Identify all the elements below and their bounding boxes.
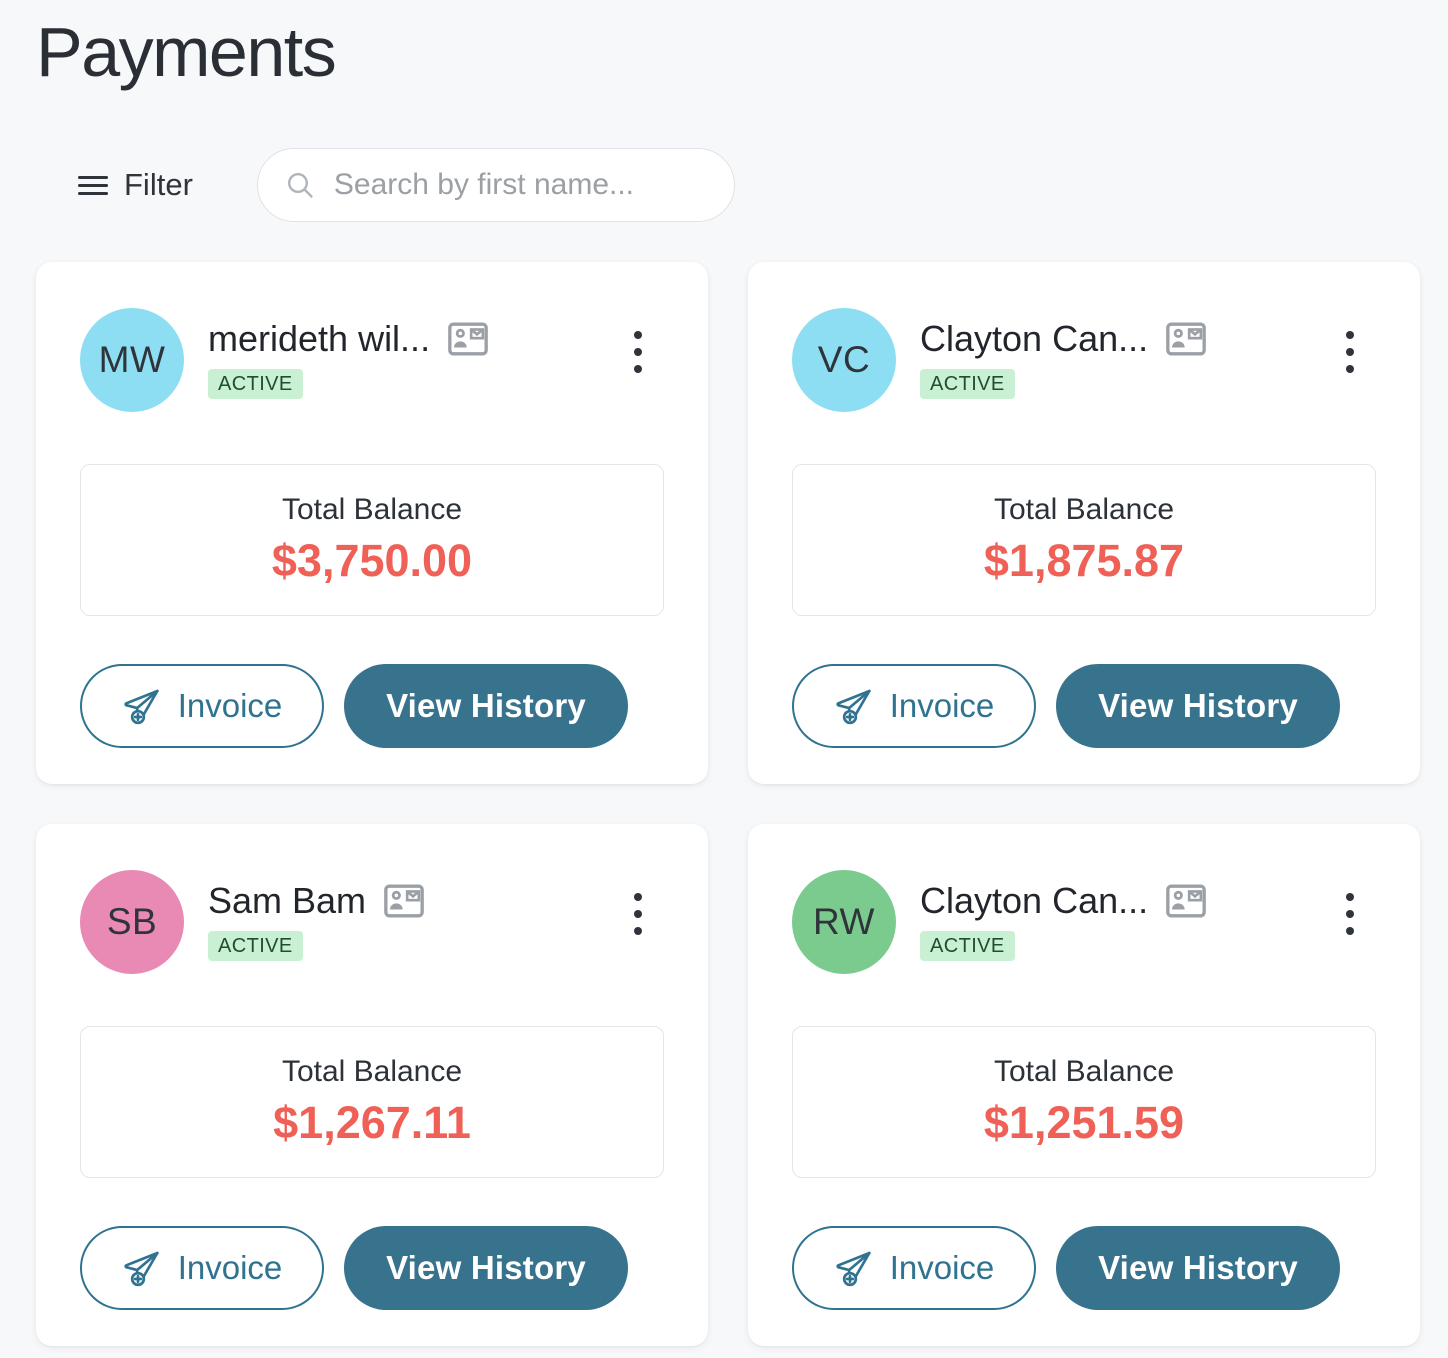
card-header-text: Sam Bam ACTIVE [208, 870, 424, 961]
balance-box: Total Balance $3,750.00 [80, 464, 664, 616]
avatar-initials: MW [98, 339, 166, 380]
balance-amount: $1,251.59 [983, 1097, 1185, 1148]
balance-label: Total Balance [993, 1055, 1175, 1088]
payment-card[interactable]: SB Sam Bam ACTIVE Total Balance $1,267.1… [36, 824, 708, 1346]
avatar: MW [80, 308, 184, 412]
search-input[interactable] [333, 168, 712, 202]
contact-name: merideth wil... [208, 318, 431, 359]
balance-box: Total Balance $1,875.87 [792, 464, 1376, 616]
contact-card-icon[interactable] [384, 884, 424, 918]
contact-card-icon[interactable] [1166, 884, 1206, 918]
name-row: Sam Bam [208, 880, 424, 922]
card-header: MW merideth wil... ACTIVE [80, 308, 664, 412]
view-history-button[interactable]: View History [1056, 1226, 1340, 1310]
avatar: SB [80, 870, 184, 974]
card-actions: Invoice View History [792, 664, 1376, 748]
more-vertical-icon[interactable] [618, 322, 658, 382]
card-actions: Invoice View History [80, 1226, 664, 1310]
invoice-button-label: Invoice [889, 687, 995, 724]
paper-plane-plus-icon [124, 1251, 159, 1287]
balance-amount: $3,750.00 [271, 535, 473, 586]
payments-page: Payments Filter MW m [0, 0, 1448, 1358]
invoice-button[interactable]: Invoice [792, 1226, 1036, 1310]
name-row: Clayton Can... [920, 880, 1206, 922]
paper-plane-plus-icon [836, 1251, 871, 1287]
invoice-button[interactable]: Invoice [80, 1226, 324, 1310]
status-badge: ACTIVE [208, 369, 303, 399]
status-badge: ACTIVE [920, 369, 1015, 399]
balance-amount: $1,267.11 [273, 1097, 471, 1148]
invoice-button[interactable]: Invoice [80, 664, 324, 748]
toolbar: Filter [36, 148, 735, 222]
card-header: SB Sam Bam ACTIVE [80, 870, 664, 974]
avatar-initials: SB [106, 901, 158, 942]
filter-button[interactable]: Filter [36, 161, 201, 209]
view-history-button-label: View History [386, 687, 586, 724]
page-title: Payments [36, 13, 337, 91]
avatar-initials: VC [817, 339, 871, 380]
balance-label: Total Balance [281, 1055, 463, 1088]
paper-plane-plus-icon [124, 689, 159, 725]
card-actions: Invoice View History [792, 1226, 1376, 1310]
status-badge: ACTIVE [208, 931, 303, 961]
paper-plane-plus-icon [836, 689, 871, 725]
view-history-button[interactable]: View History [344, 664, 628, 748]
balance-amount: $1,875.87 [983, 535, 1185, 586]
contact-card-icon[interactable] [1166, 322, 1206, 356]
balance-label: Total Balance [993, 493, 1175, 526]
balance-label: Total Balance [281, 493, 463, 526]
view-history-button[interactable]: View History [344, 1226, 628, 1310]
payment-card[interactable]: VC Clayton Can... ACTIVE Total Balance $… [748, 262, 1420, 784]
name-row: Clayton Can... [920, 318, 1206, 360]
view-history-button-label: View History [386, 1249, 586, 1286]
invoice-button-label: Invoice [177, 687, 283, 724]
filter-label: Filter [124, 167, 193, 202]
card-header-text: merideth wil... ACTIVE [208, 308, 488, 399]
card-header-text: Clayton Can... ACTIVE [920, 870, 1206, 961]
card-header: RW Clayton Can... ACTIVE [792, 870, 1376, 974]
invoice-button-label: Invoice [889, 1249, 995, 1286]
contact-name: Clayton Can... [920, 880, 1149, 921]
payment-card[interactable]: RW Clayton Can... ACTIVE Total Balance $… [748, 824, 1420, 1346]
more-vertical-icon[interactable] [618, 884, 658, 944]
invoice-button[interactable]: Invoice [792, 664, 1036, 748]
search-icon [287, 173, 313, 198]
view-history-button-label: View History [1098, 1249, 1298, 1286]
name-row: merideth wil... [208, 318, 488, 360]
card-header: VC Clayton Can... ACTIVE [792, 308, 1376, 412]
balance-box: Total Balance $1,251.59 [792, 1026, 1376, 1178]
contact-card-icon[interactable] [448, 322, 488, 356]
payment-card[interactable]: MW merideth wil... ACTIVE Total Balance … [36, 262, 708, 784]
search-box[interactable] [256, 148, 735, 222]
more-vertical-icon[interactable] [1330, 884, 1370, 944]
payments-card-grid: MW merideth wil... ACTIVE Total Balance … [36, 262, 1420, 1346]
invoice-button-label: Invoice [177, 1249, 283, 1286]
contact-name: Sam Bam [208, 880, 367, 921]
view-history-button-label: View History [1098, 687, 1298, 724]
balance-box: Total Balance $1,267.11 [80, 1026, 664, 1178]
card-header-text: Clayton Can... ACTIVE [920, 308, 1206, 399]
status-badge: ACTIVE [920, 931, 1015, 961]
avatar: VC [792, 308, 896, 412]
view-history-button[interactable]: View History [1056, 664, 1340, 748]
contact-name: Clayton Can... [920, 318, 1149, 359]
avatar: RW [792, 870, 896, 974]
more-vertical-icon[interactable] [1330, 322, 1370, 382]
avatar-initials: RW [813, 901, 875, 942]
hamburger-icon [78, 174, 108, 196]
card-actions: Invoice View History [80, 664, 664, 748]
